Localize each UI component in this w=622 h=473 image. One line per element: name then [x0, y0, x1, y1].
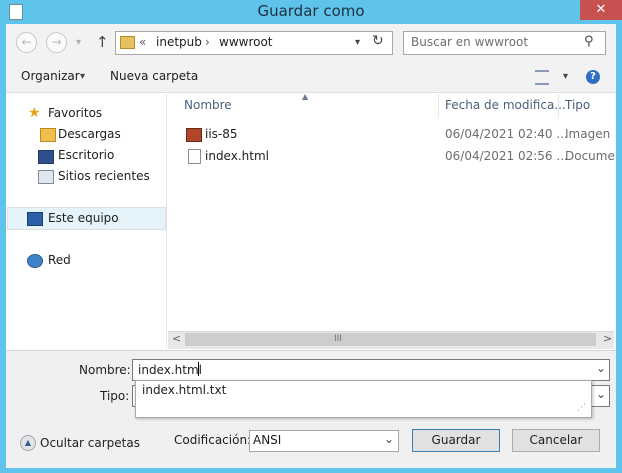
file-type: Imagen P: [565, 127, 614, 141]
column-divider[interactable]: [438, 94, 439, 117]
sort-ascending-icon: ▲: [302, 92, 309, 101]
encoding-label: Codificación:: [174, 433, 252, 447]
folder-icon: [120, 36, 135, 49]
up-icon[interactable]: ↑: [96, 33, 109, 51]
scrollbar-thumb[interactable]: [185, 333, 596, 346]
network-icon: [27, 254, 43, 268]
window-title: Guardar como: [257, 2, 365, 20]
resize-grip-icon[interactable]: ⋰: [577, 403, 586, 413]
column-header-name[interactable]: Nombre: [184, 94, 232, 117]
name-label: Nombre:: [79, 363, 131, 377]
view-options-icon[interactable]: [535, 70, 549, 85]
breadcrumb-overflow[interactable]: «: [139, 35, 146, 49]
downloads-icon: [40, 128, 56, 142]
document-file-icon: [188, 149, 201, 164]
sidebar-item-favorites[interactable]: Favoritos: [48, 106, 102, 120]
search-input[interactable]: Buscar en wwwroot: [411, 35, 528, 49]
file-type-dropdown-icon[interactable]: ⌄: [596, 387, 606, 401]
collapse-arrow-icon[interactable]: ▲: [20, 435, 36, 451]
hide-folders-button[interactable]: Ocultar carpetas: [40, 436, 140, 450]
search-icon[interactable]: ⚲: [584, 34, 594, 49]
file-type: Documen: [565, 149, 614, 163]
back-button[interactable]: ←: [16, 32, 37, 53]
scrollbar-grip: III: [334, 334, 342, 344]
forward-button[interactable]: →: [46, 32, 67, 53]
filename-input[interactable]: index.html: [138, 363, 202, 377]
help-icon[interactable]: ?: [586, 70, 600, 84]
file-name[interactable]: index.html: [205, 149, 269, 163]
organize-button[interactable]: Organizar: [21, 69, 80, 83]
encoding-dropdown-icon[interactable]: ⌄: [384, 432, 394, 446]
file-date: 06/04/2021 02:40 ...: [445, 127, 568, 141]
refresh-icon[interactable]: ↻: [372, 33, 384, 49]
sidebar-divider: [166, 94, 167, 348]
favorites-star-icon: ★: [28, 105, 41, 121]
this-pc-icon: [27, 212, 43, 226]
encoding-value: ANSI: [253, 433, 282, 447]
desktop-icon: [38, 150, 54, 164]
breadcrumb-item-inetpub[interactable]: inetpub: [156, 35, 202, 49]
scroll-right-button[interactable]: >: [603, 332, 612, 345]
type-label: Tipo:: [100, 389, 130, 403]
cancel-button[interactable]: Cancelar: [512, 429, 600, 452]
autocomplete-item[interactable]: index.html.txt: [142, 383, 226, 397]
filename-field[interactable]: [132, 359, 610, 381]
view-caret-icon[interactable]: ▾: [563, 71, 568, 82]
recent-locations-icon[interactable]: ▾: [76, 37, 81, 48]
sidebar-item-recent-places[interactable]: Sitios recientes: [58, 169, 150, 183]
save-button[interactable]: Guardar: [412, 429, 500, 452]
column-divider[interactable]: [558, 94, 559, 117]
file-date: 06/04/2021 02:56 ...: [445, 149, 568, 163]
breadcrumb-separator: ›: [205, 35, 210, 49]
column-header-type[interactable]: Tipo: [565, 94, 590, 117]
scroll-left-button[interactable]: <: [172, 332, 181, 345]
close-button[interactable]: ✕: [580, 0, 622, 20]
file-name[interactable]: iis-85: [205, 127, 238, 141]
recent-places-icon: [38, 170, 54, 184]
sidebar-item-this-pc[interactable]: Este equipo: [48, 211, 119, 225]
text-cursor: [198, 362, 199, 376]
sidebar-item-desktop[interactable]: Escritorio: [58, 148, 114, 162]
organize-caret-icon: ▾: [80, 71, 86, 82]
new-folder-button[interactable]: Nueva carpeta: [110, 69, 198, 83]
column-header-date[interactable]: Fecha de modifica...: [445, 94, 566, 117]
image-file-icon: [186, 128, 202, 142]
command-toolbar: [6, 62, 616, 93]
sidebar-item-network[interactable]: Red: [48, 253, 71, 267]
breadcrumb-item-wwwroot[interactable]: wwwroot: [219, 35, 273, 49]
sidebar-item-downloads[interactable]: Descargas: [58, 127, 121, 141]
filename-dropdown-icon[interactable]: ⌄: [596, 361, 606, 375]
address-dropdown-icon[interactable]: ▾: [355, 37, 360, 48]
